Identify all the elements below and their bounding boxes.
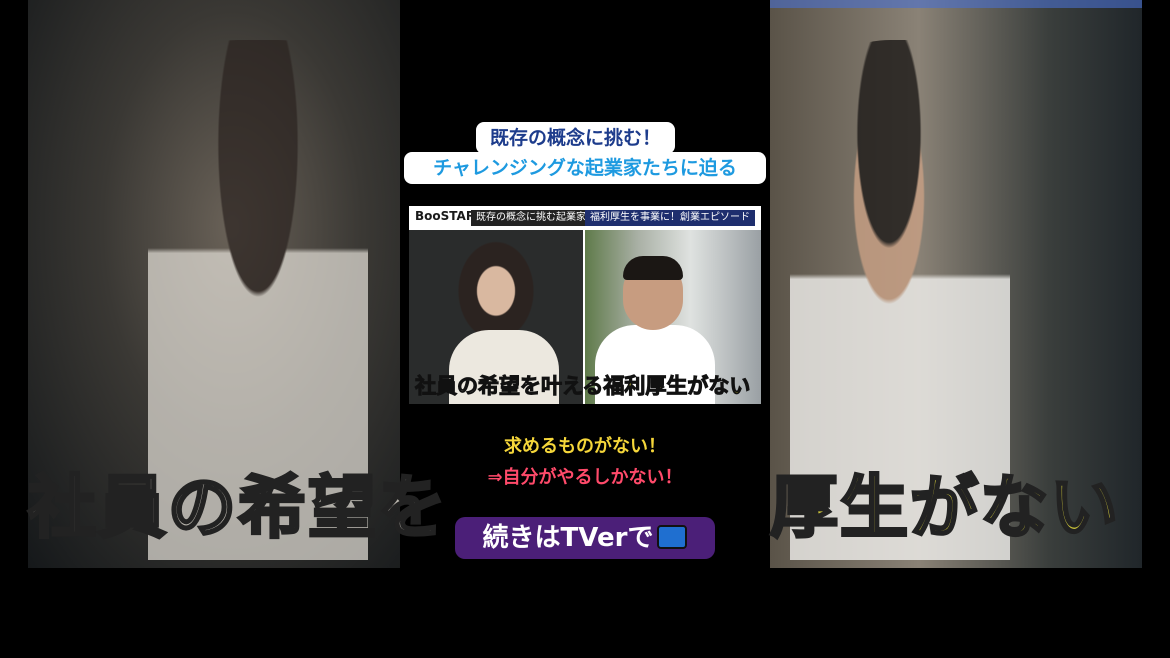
note-line-2: ⇒自分がやるしかない！ bbox=[487, 467, 683, 488]
subtitle-highlight: 福利厚生がない bbox=[603, 373, 751, 399]
clip-topic-label: 既存の概念に挑む起業家 bbox=[471, 210, 591, 226]
clip-episode-label: 福利厚生を事業に！創業エピソード bbox=[585, 210, 755, 226]
title-line-1: 既存の概念に挑む！ bbox=[476, 122, 676, 154]
top-accent-strip bbox=[770, 0, 1142, 8]
video-clip-frame[interactable]: BooSTAR 既存の概念に挑む起業家 福利厚生を事業に！創業エピソード 社員の… bbox=[409, 206, 761, 404]
subtitle-plain: 社員の希望を叶える bbox=[414, 373, 604, 399]
show-logo: BooSTAR bbox=[415, 209, 476, 223]
title-line-2: チャレンジングな起業家たちに迫る bbox=[404, 152, 766, 184]
note-line-1: 求めるものがない！ bbox=[504, 436, 666, 457]
tver-cta-button[interactable]: 続きはTVerで bbox=[455, 517, 715, 559]
television-icon bbox=[657, 524, 688, 549]
cta-label: 続きはTVerで bbox=[482, 523, 654, 553]
man-hair bbox=[623, 256, 683, 280]
clip-subtitle: 社員の希望を叶える福利厚生がない bbox=[414, 370, 751, 400]
